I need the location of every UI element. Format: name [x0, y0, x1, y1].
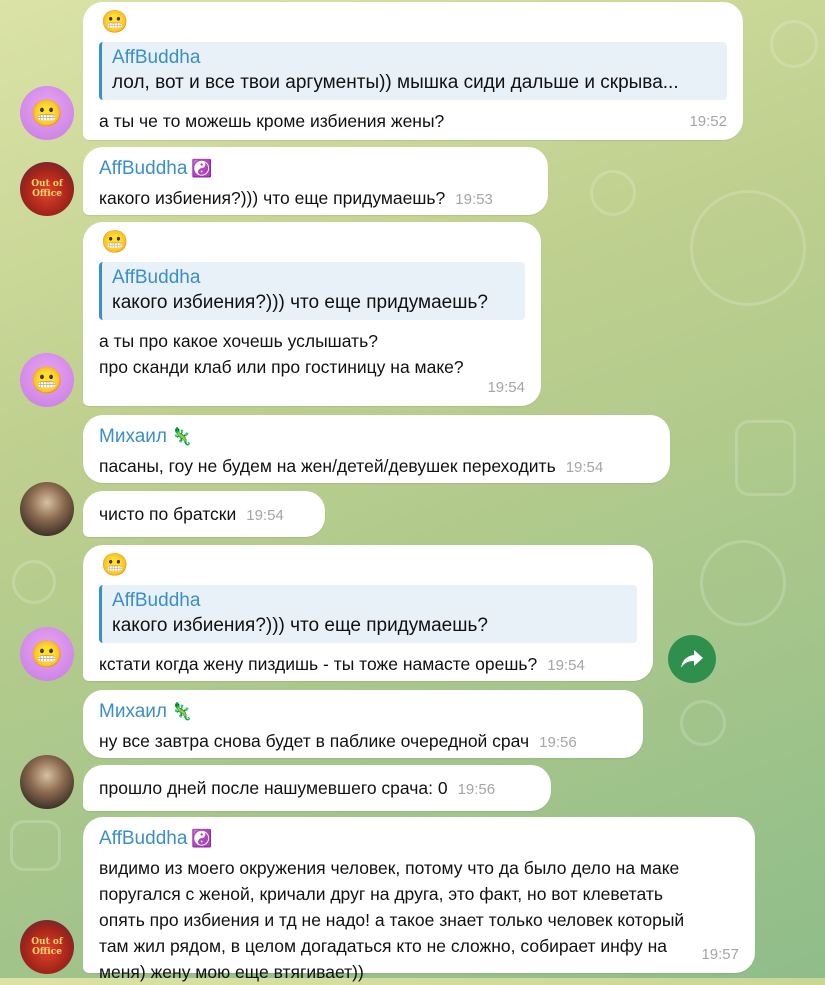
message-bubble[interactable]: 😬 AffBuddha какого избиения?))) что еще …	[83, 222, 541, 406]
message-text-line: про сканди клаб или про гостиницу на мак…	[99, 357, 464, 377]
doodle-box	[10, 820, 61, 871]
avatar[interactable]: 😬	[20, 627, 74, 681]
grimace-icon: 😬	[30, 365, 64, 395]
lizard-icon: 🦎	[171, 702, 193, 721]
reply-quote[interactable]: AffBuddha какого избиения?))) что еще пр…	[99, 585, 637, 643]
grimace-icon: 😬	[30, 639, 64, 669]
out-of-office-avatar-logo: Out of Office	[31, 179, 63, 199]
quote-text: какого избиения?))) что еще придумаешь?	[112, 292, 488, 313]
message-time: 19:54	[246, 507, 284, 524]
reply-quote[interactable]: AffBuddha лол, вот и все твои аргументы)…	[99, 42, 727, 100]
grimace-icon: 😬	[30, 98, 64, 128]
message-time: 19:56	[457, 781, 496, 798]
message-time: 19:53	[455, 191, 493, 208]
message-text-line: меня) жену мою еще втягивает))	[99, 962, 364, 982]
share-button[interactable]	[668, 635, 716, 683]
message-text: кстати когда жену пиздишь - ты тоже нама…	[99, 654, 585, 674]
message-text-line: опять про избиения и тд не надо! а такое…	[99, 910, 685, 930]
message-text-line: поругался с женой, кричали друг на друга…	[99, 884, 663, 904]
avatar[interactable]	[20, 482, 74, 536]
sender-name[interactable]: Михаил 🦎	[99, 425, 654, 449]
message-time: 19:54	[487, 379, 525, 396]
quote-text: лол, вот и все твои аргументы)) мышка си…	[112, 72, 679, 93]
grimace-emoji: 😬	[101, 9, 129, 34]
reply-quote[interactable]: AffBuddha какого избиения?))) что еще пр…	[99, 262, 525, 320]
message-time: 19:52	[689, 113, 727, 130]
doodle-jar	[735, 420, 796, 496]
message-time: 19:54	[547, 657, 585, 674]
message-time: 19:56	[539, 734, 577, 751]
grimace-emoji: 😬	[101, 552, 129, 577]
message-bubble[interactable]: Михаил 🦎 ну все завтра снова будет в пабл…	[83, 690, 643, 758]
sender-name[interactable]: AffBuddha ☯️	[99, 157, 532, 181]
avatar[interactable]: 😬	[20, 86, 74, 140]
message-text: а ты че то можешь кроме избиения жены?	[99, 111, 445, 131]
avatar[interactable]: 😬	[20, 353, 74, 407]
avatar[interactable]: Out of Office	[20, 162, 74, 216]
avatar[interactable]: Out of Office	[20, 920, 74, 974]
message-bubble[interactable]: чисто по братски 19:54	[83, 491, 325, 537]
doodle-apple	[590, 170, 636, 216]
message-time: 19:57	[701, 946, 739, 963]
message-text: пасаны, гоу не будем на жен/детей/девуше…	[99, 456, 604, 476]
doodle-balloon	[690, 190, 806, 306]
grimace-emoji: 😬	[101, 229, 129, 254]
yin-yang-icon: ☯️	[191, 159, 213, 178]
quote-sender: AffBuddha	[112, 267, 201, 288]
message-text: ну все завтра снова будет в паблике очер…	[99, 731, 577, 751]
yin-yang-icon: ☯️	[191, 829, 213, 848]
message-text: чисто по братски 19:54	[99, 504, 284, 524]
quote-sender: AffBuddha	[112, 590, 201, 611]
message-bubble[interactable]: 😬 AffBuddha лол, вот и все твои аргумент…	[83, 2, 743, 140]
message-text-line: а ты про какое хочешь услышать?	[99, 331, 378, 351]
message-bubble[interactable]: AffBuddha ☯️ какого избиения?))) что еще …	[83, 147, 548, 215]
doodle-ball	[680, 700, 726, 746]
doodle-strawberry	[770, 20, 818, 68]
doodle-donut	[12, 560, 56, 604]
message-bubble[interactable]: AffBuddha ☯️ видимо из моего окружения че…	[83, 817, 755, 982]
message-text: прошло дней после нашумевшего срача: 0 19…	[99, 778, 496, 798]
quote-sender: AffBuddha	[112, 47, 201, 68]
share-arrow-icon	[681, 650, 703, 668]
out-of-office-avatar-logo: Out of Office	[31, 937, 63, 957]
doodle-pizza	[700, 540, 786, 626]
message-text: какого избиения?))) что еще придумаешь? 1…	[99, 188, 493, 208]
lizard-icon: 🦎	[171, 427, 193, 446]
avatar[interactable]	[20, 755, 74, 809]
sender-name[interactable]: Михаил 🦎	[99, 700, 627, 724]
message-text-line: видимо из моего окружения человек, потом…	[99, 858, 680, 878]
sender-name[interactable]: AffBuddha ☯️	[99, 827, 739, 851]
message-text-line: там жил рядом, в целом догадаться кто не…	[99, 936, 668, 956]
message-bubble[interactable]: 😬 AffBuddha какого избиения?))) что еще …	[83, 545, 653, 681]
quote-text: какого избиения?))) что еще придумаешь?	[112, 615, 488, 636]
message-bubble[interactable]: Михаил 🦎 пасаны, гоу не будем на жен/дете…	[83, 415, 670, 483]
message-time: 19:54	[565, 459, 604, 476]
message-bubble[interactable]: прошло дней после нашумевшего срача: 0 19…	[83, 765, 551, 811]
